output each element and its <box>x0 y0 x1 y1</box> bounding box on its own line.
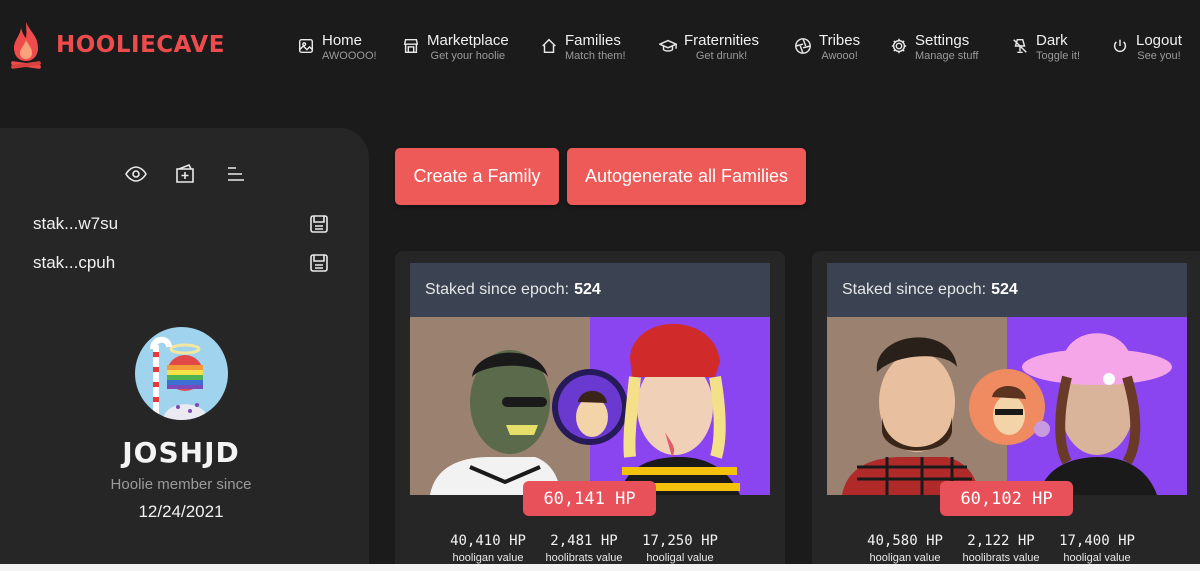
hooligal-stat: 17,250 HP hooligal value <box>632 533 728 564</box>
staked-epoch-header: Staked since epoch: 524 <box>827 263 1187 317</box>
family-image <box>410 317 770 495</box>
family-stats: 40,580 HP hooligan value 2,122 HP hoolib… <box>857 533 1145 564</box>
member-since-label: Hoolie member since <box>110 476 252 493</box>
ledger-icon[interactable] <box>309 253 329 273</box>
campfire-icon <box>11 22 41 69</box>
aperture-icon <box>793 36 813 56</box>
stake-key-row: stak...cpuh <box>33 253 329 273</box>
nav-dark-toggle[interactable]: Dark Toggle it! <box>1010 33 1110 62</box>
gear-icon <box>889 36 909 56</box>
nav-marketplace[interactable]: Marketplace Get your hoolie <box>401 33 539 62</box>
hooligan-stat: 40,410 HP hooligan value <box>440 533 536 564</box>
hooligal-stat: 17,400 HP hooligal value <box>1049 533 1145 564</box>
eye-icon[interactable] <box>124 162 148 186</box>
family-card[interactable]: Staked since epoch: 524 60,141 HP 40,410… <box>395 251 785 571</box>
nav-label: Fraternities <box>684 32 760 49</box>
nav-label: Families <box>565 32 621 49</box>
stake-key: stak...cpuh <box>33 253 116 272</box>
stat-value: 17,250 HP <box>642 533 718 549</box>
nav-families[interactable]: Families Match them! <box>539 33 658 62</box>
stat-label: hooligan value <box>869 552 941 564</box>
hoolibrats-stat: 2,481 HP hoolibrats value <box>536 533 632 564</box>
house-icon <box>539 36 559 56</box>
profile-sidebar: stak...w7su stak...cpuh JOSHJD Hoolie me… <box>0 128 369 571</box>
stat-value: 17,400 HP <box>1059 533 1135 549</box>
stat-value: 2,122 HP <box>967 533 1035 549</box>
nav-label: Settings <box>915 32 970 49</box>
username: JOSHJD <box>122 436 240 469</box>
top-nav-bar: HOOLIECAVE Home AWOOOO! Marketplace Get yo… <box>0 0 1200 90</box>
nav-label: Home <box>322 32 363 49</box>
stat-label: hooligan value <box>452 552 524 564</box>
ledger-icon[interactable] <box>309 214 329 234</box>
stat-value: 40,580 HP <box>867 533 943 549</box>
horizontal-scrollbar[interactable] <box>0 564 1200 571</box>
family-image <box>827 317 1187 495</box>
main-nav: Home AWOOOO! Marketplace Get your hoolie F… <box>296 33 1200 62</box>
hooligan-stat: 40,580 HP hooligan value <box>857 533 953 564</box>
family-card[interactable]: Staked since epoch: 524 60,102 HP 40,580… <box>812 251 1200 571</box>
hoolibrats-stat: 2,122 HP hoolibrats value <box>953 533 1049 564</box>
stat-label: hooligal value <box>1063 552 1131 564</box>
nav-label: Tribes <box>819 32 861 49</box>
stat-label: hooligal value <box>646 552 714 564</box>
stake-key: stak...w7su <box>33 214 119 233</box>
nav-sub: Manage stuff <box>915 50 979 62</box>
create-family-button[interactable]: Create a Family <box>395 148 559 205</box>
nav-settings[interactable]: Settings Manage stuff <box>889 33 1010 62</box>
nav-sub: See you! <box>1137 50 1181 62</box>
brand-logo[interactable]: HOOLIECAVE <box>8 18 225 72</box>
nav-label: Logout <box>1136 32 1182 49</box>
nav-sub: AWOOOO! <box>322 50 377 62</box>
nav-logout[interactable]: Logout See you! <box>1110 33 1200 62</box>
stat-label: hoolibrats value <box>962 552 1040 564</box>
store-icon <box>401 36 421 56</box>
staked-epoch-header: Staked since epoch: 524 <box>410 263 770 317</box>
nav-home[interactable]: Home AWOOOO! <box>296 33 401 62</box>
sidebar-toolbar <box>124 162 248 186</box>
stat-value: 40,410 HP <box>450 533 526 549</box>
nav-sub: Get your hoolie <box>430 50 506 62</box>
family-hp-badge: 60,102 HP <box>940 481 1073 516</box>
autogenerate-families-button[interactable]: Autogenerate all Families <box>567 148 806 205</box>
epoch-value: 524 <box>574 281 601 298</box>
image-icon <box>296 36 316 56</box>
graduation-cap-icon <box>658 36 678 56</box>
nav-sub: Toggle it! <box>1036 50 1081 62</box>
family-stats: 40,410 HP hooligan value 2,481 HP hoolib… <box>440 533 728 564</box>
nav-sub: Awooo! <box>821 50 858 62</box>
staked-label: Staked since epoch: <box>842 281 987 298</box>
stake-key-row: stak...w7su <box>33 214 329 234</box>
stat-label: hoolibrats value <box>545 552 623 564</box>
epoch-value: 524 <box>991 281 1018 298</box>
add-wallet-icon[interactable] <box>174 162 198 186</box>
family-hp-badge: 60,141 HP <box>523 481 656 516</box>
avatar <box>135 327 228 420</box>
stat-value: 2,481 HP <box>550 533 618 549</box>
nav-label: Dark <box>1036 32 1068 49</box>
staked-label: Staked since epoch: <box>425 281 570 298</box>
nav-fraternities[interactable]: Fraternities Get drunk! <box>658 33 793 62</box>
nav-sub: Match them! <box>565 50 626 62</box>
nav-tribes[interactable]: Tribes Awooo! <box>793 33 889 62</box>
lamp-off-icon <box>1010 36 1030 56</box>
nav-sub: Get drunk! <box>695 50 748 62</box>
power-icon <box>1110 36 1130 56</box>
member-since-date: 12/24/2021 <box>138 502 224 521</box>
nav-label: Marketplace <box>427 32 509 49</box>
sort-lines-icon[interactable] <box>224 162 248 186</box>
brand-name: HOOLIECAVE <box>56 32 225 58</box>
